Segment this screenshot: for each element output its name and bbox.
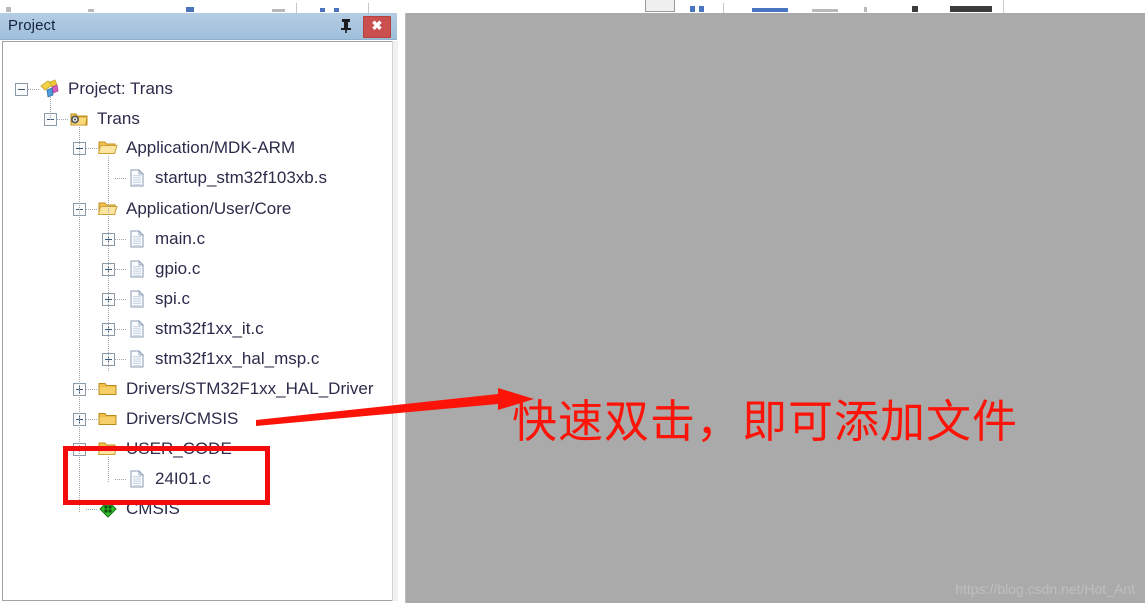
toolbar-icon[interactable] (812, 9, 838, 12)
tree-guide-line (108, 156, 109, 372)
toolbar-separator (368, 3, 369, 13)
tree-item-label: Trans (97, 109, 140, 128)
toolbar-separator (296, 3, 297, 13)
tree-guide-line (79, 127, 80, 512)
tree-item[interactable]: stm32f1xx_it.c (102, 314, 264, 344)
tree-item[interactable]: Project: Trans (15, 74, 173, 104)
tree-item-label: stm32f1xx_hal_msp.c (155, 349, 320, 368)
tree-connector (115, 177, 126, 179)
panel-splitter[interactable] (397, 13, 406, 603)
tree-item[interactable]: gpio.c (102, 254, 200, 284)
tree-item[interactable]: USER_CODE (73, 434, 232, 464)
file-icon (130, 470, 144, 488)
green-diamond-icon (99, 500, 117, 518)
tree-item-label: spi.c (155, 289, 190, 308)
tree-item[interactable]: startup_stm32f103xb.s (102, 163, 327, 193)
tree-item-label: Application/MDK-ARM (126, 138, 296, 157)
folder-closed-icon (98, 383, 117, 395)
tree-item-label: stm32f1xx_it.c (155, 319, 264, 338)
toolbar-overflow-area (1003, 0, 1145, 13)
keil-uvision-window: Project ✖ Project: Trans Trans Application… (0, 0, 1145, 603)
toolbar-separator (723, 3, 724, 13)
tree-item-label: 24I01.c (155, 469, 211, 488)
toolbar-icon[interactable] (645, 0, 675, 12)
tree-item-label: main.c (155, 229, 206, 248)
tree-connector (86, 208, 97, 210)
tree-connector (115, 238, 126, 240)
tree-item-label: CMSIS (126, 499, 180, 518)
tree-item[interactable]: spi.c (102, 284, 190, 314)
tree-connector (86, 147, 97, 149)
tree-item-label: startup_stm32f103xb.s (155, 168, 327, 187)
pin-icon[interactable] (337, 17, 355, 35)
toolbar-icon[interactable] (272, 9, 285, 12)
close-icon[interactable]: ✖ (363, 16, 391, 38)
tree-guide-line (108, 457, 109, 482)
tree-connector (115, 328, 126, 330)
tree-item-label: Drivers/CMSIS (126, 409, 239, 428)
tree-item[interactable]: 24I01.c (102, 464, 211, 494)
tree-connector (86, 418, 97, 420)
project-panel-header: Project ✖ (0, 13, 397, 40)
project-panel: Project ✖ Project: Trans Trans Application… (0, 13, 398, 603)
toolbar-icon[interactable] (690, 6, 695, 12)
tree-connector (115, 478, 126, 480)
toolbar-strip (0, 0, 1145, 14)
toolbar-icon[interactable] (186, 7, 194, 12)
tree-connector (86, 508, 97, 510)
tree-connector (86, 448, 97, 450)
project-tree-container[interactable]: Project: Trans Trans Application/MDK-ARM st… (2, 41, 392, 601)
tree-connector (115, 268, 126, 270)
panel-title: Project (8, 17, 56, 34)
tree-item[interactable]: Trans (44, 104, 140, 134)
file-icon (130, 169, 144, 187)
tree-item-label: Project: Trans (68, 79, 173, 98)
toolbar-icon[interactable] (88, 9, 94, 12)
tree-connector (115, 358, 126, 360)
project-tree[interactable]: Project: Trans Trans Application/MDK-ARM st… (3, 42, 392, 600)
tree-item[interactable]: main.c (102, 224, 205, 254)
tree-guide-line (50, 97, 51, 120)
close-glyph: ✖ (371, 18, 383, 33)
file-icon (130, 290, 144, 308)
annotation-text: 快速双击，即可添加文件 (512, 395, 1019, 448)
tree-item[interactable]: Application/User/Core (73, 194, 291, 224)
file-icon (130, 320, 144, 338)
panel-edge (392, 41, 398, 601)
toolbar-icon[interactable] (912, 6, 918, 12)
toolbar-icon[interactable] (320, 8, 325, 12)
toolbar-icon[interactable] (950, 6, 992, 12)
file-icon (130, 260, 144, 278)
tree-item[interactable]: Application/MDK-ARM (73, 133, 295, 163)
tree-item[interactable]: stm32f1xx_hal_msp.c (102, 344, 319, 374)
toolbar-icon[interactable] (752, 8, 788, 12)
toolbar-icon[interactable] (699, 6, 704, 12)
tree-connector (86, 388, 97, 390)
tree-item[interactable]: Drivers/CMSIS (73, 404, 238, 434)
toolbar-icon[interactable] (334, 8, 339, 12)
file-icon (130, 230, 144, 248)
editor-background (397, 13, 1145, 603)
tree-connector (57, 118, 68, 120)
folder-closed-icon (98, 413, 117, 425)
tree-item[interactable]: Drivers/STM32F1xx_HAL_Driver (73, 374, 374, 404)
tree-connector (28, 88, 39, 90)
tree-item[interactable]: CMSIS (73, 494, 180, 524)
tree-item-label: gpio.c (155, 259, 201, 278)
tree-connector (115, 298, 126, 300)
file-icon (130, 350, 144, 368)
collapse-toggle[interactable] (15, 82, 28, 96)
watermark: https://blog.csdn.net/Hot_Ant (955, 581, 1135, 597)
tree-item-label: USER_CODE (126, 439, 232, 458)
tree-item-label: Drivers/STM32F1xx_HAL_Driver (126, 379, 374, 398)
toolbar-icon[interactable] (6, 7, 11, 12)
toolbar-icon[interactable] (864, 7, 867, 12)
tree-item-label: Application/User/Core (126, 199, 292, 218)
